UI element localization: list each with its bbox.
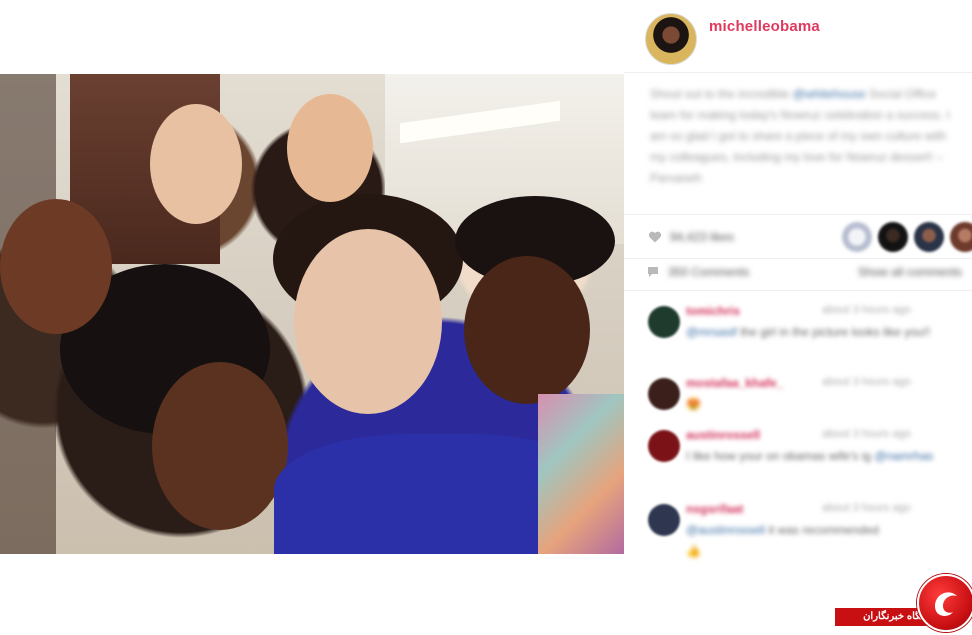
commenter-avatar[interactable] — [648, 430, 680, 462]
comment-text: I like how your on obamas wife's ig @nam… — [686, 446, 941, 467]
comment-mention-link[interactable]: @mrsasif — [686, 325, 737, 339]
comment-text: 😍 — [686, 394, 941, 415]
heart-icon[interactable] — [648, 230, 662, 244]
header-divider — [624, 72, 972, 73]
likes-count[interactable]: 94,423 likes — [670, 230, 734, 244]
caption-divider — [624, 214, 972, 215]
liker-avatar[interactable] — [878, 222, 908, 252]
news-agency-watermark: باشگاه خبرنگاران — [835, 574, 972, 632]
comment-body: I like how your on obamas wife's ig — [686, 449, 875, 463]
liker-avatar[interactable] — [914, 222, 944, 252]
comment-text: @mrsasif the girl in the picture looks l… — [686, 322, 941, 343]
comment-username[interactable]: tomichris — [686, 304, 740, 318]
post-side-panel: michelleobama Shout out to the incredibl… — [624, 0, 972, 627]
comment-time: about 3 hours ago — [822, 376, 911, 388]
caption-text-end: Social Office team for making today's No… — [650, 87, 950, 185]
likes-row: 94,423 likes — [648, 218, 972, 258]
photo-face-center — [294, 229, 442, 414]
comments-count: 350 Comments — [668, 265, 750, 279]
comment-item: austinrossell about 3 hours ago I like h… — [648, 426, 948, 492]
comment-mention-link[interactable]: @austinrossell — [686, 523, 765, 537]
liker-avatar[interactable] — [950, 222, 972, 252]
likes-divider — [624, 258, 972, 259]
comment-time: about 3 hours ago — [822, 304, 911, 316]
author-username[interactable]: michelleobama — [709, 18, 820, 35]
comment-emoji: 👍 — [686, 544, 701, 558]
photo-face-left — [0, 199, 112, 334]
comment-item: tomichris about 3 hours ago @mrsasif the… — [648, 302, 948, 364]
comment-item: mostafaa_khafe_ about 3 hours ago 😍 — [648, 374, 948, 422]
show-all-comments-link[interactable]: Show all comments — [858, 265, 962, 279]
comment-body: 😍 — [686, 397, 701, 411]
commenter-avatar[interactable] — [648, 378, 680, 410]
comment-body: it was recommended — [764, 523, 879, 537]
comment-time: about 3 hours ago — [822, 502, 911, 514]
watermark-logo-icon — [917, 574, 972, 632]
post-header: michelleobama — [645, 13, 965, 65]
comment-username[interactable]: mostafaa_khafe_ — [686, 376, 783, 390]
post-caption: Shout out to the incredible @whitehouse … — [650, 84, 950, 189]
comment-time: about 3 hours ago — [822, 428, 911, 440]
comment-body: the girl in the picture looks like you!! — [736, 325, 931, 339]
photo-face-top-left — [150, 104, 242, 224]
comment-item: nsgsrifaat about 3 hours ago @austinross… — [648, 500, 948, 562]
comment-bubble-icon[interactable] — [646, 265, 660, 279]
caption-text-start: Shout out to the incredible — [650, 87, 793, 101]
comments-divider — [624, 290, 972, 291]
author-avatar[interactable] — [645, 13, 697, 65]
commenter-avatar[interactable] — [648, 306, 680, 338]
photo-face-right — [464, 256, 590, 404]
comment-username[interactable]: nsgsrifaat — [686, 502, 743, 516]
photo-scarf — [538, 394, 624, 554]
caption-mention-link[interactable]: @whitehouse — [793, 87, 866, 101]
comment-text: @austinrossell it was recommended 👍 — [686, 520, 941, 562]
commenter-avatar[interactable] — [648, 504, 680, 536]
post-photo[interactable] — [0, 74, 624, 554]
comment-username[interactable]: austinrossell — [686, 428, 760, 442]
photo-face-bottom-left — [152, 362, 288, 530]
photo-face-top-center — [287, 94, 373, 202]
comments-summary-row: 350 Comments Show all comments — [646, 262, 962, 286]
liker-avatar[interactable] — [842, 222, 872, 252]
comment-mention-link[interactable]: @namrhas — [874, 449, 933, 463]
